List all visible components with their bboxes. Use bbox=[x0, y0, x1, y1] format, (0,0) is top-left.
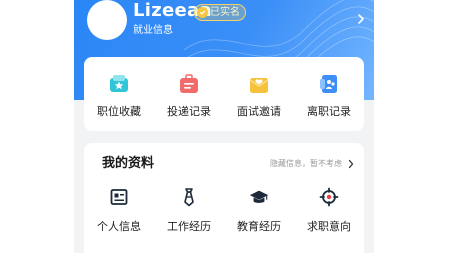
verified-badge: 已实名 bbox=[194, 4, 246, 21]
quick-action-resignation-records[interactable]: 离职记录 bbox=[294, 73, 364, 119]
section-title: 我的资料 bbox=[102, 156, 155, 171]
profile-screen: Lizeeaa 已实名 就业信息 职位收藏 投递记录 面试邀请 离职记录 我的资… bbox=[74, 0, 374, 253]
quick-action-label: 职位收藏 bbox=[97, 105, 141, 118]
profile-item-label: 教育经历 bbox=[237, 220, 281, 233]
document-people-icon bbox=[318, 73, 340, 95]
tie-icon bbox=[179, 187, 199, 207]
quick-action-label: 投递记录 bbox=[167, 105, 211, 118]
quick-action-application-records[interactable]: 投递记录 bbox=[154, 73, 224, 119]
profile-item-personal-info[interactable]: 个人信息 bbox=[84, 187, 154, 234]
profile-item-label: 个人信息 bbox=[97, 220, 141, 233]
employment-info-link[interactable]: 就业信息 bbox=[133, 24, 173, 38]
profile-item-label: 求职意向 bbox=[307, 220, 351, 233]
graduation-cap-icon bbox=[249, 187, 269, 207]
quick-action-label: 离职记录 bbox=[307, 105, 351, 118]
verified-label: 已实名 bbox=[210, 7, 240, 18]
quick-action-job-favorites[interactable]: 职位收藏 bbox=[84, 73, 154, 119]
envelope-heart-icon bbox=[248, 73, 270, 95]
chevron-right-icon[interactable] bbox=[347, 159, 355, 169]
profile-item-work-experience[interactable]: 工作经历 bbox=[154, 187, 224, 234]
verified-shield-icon bbox=[197, 7, 208, 18]
chevron-right-icon[interactable] bbox=[356, 12, 366, 26]
target-icon bbox=[319, 187, 339, 207]
quick-action-interview-invitations[interactable]: 面试邀请 bbox=[224, 73, 294, 119]
star-folder-icon bbox=[108, 73, 130, 95]
briefcase-list-icon bbox=[178, 73, 200, 95]
profile-item-label: 工作经历 bbox=[167, 220, 211, 233]
avatar[interactable] bbox=[87, 0, 127, 40]
privacy-hint-link[interactable]: 隐藏信息，暂不考虑 bbox=[270, 158, 342, 169]
quick-action-label: 面试邀请 bbox=[237, 105, 281, 118]
quick-actions-card: 职位收藏 投递记录 面试邀请 离职记录 bbox=[84, 57, 364, 131]
profile-item-job-intention[interactable]: 求职意向 bbox=[294, 187, 364, 234]
id-card-icon bbox=[109, 187, 129, 207]
profile-item-education[interactable]: 教育经历 bbox=[224, 187, 294, 234]
my-profile-card: 我的资料 隐藏信息，暂不考虑 个人信息 工作经历 教育经历 求职意向 bbox=[84, 143, 364, 253]
